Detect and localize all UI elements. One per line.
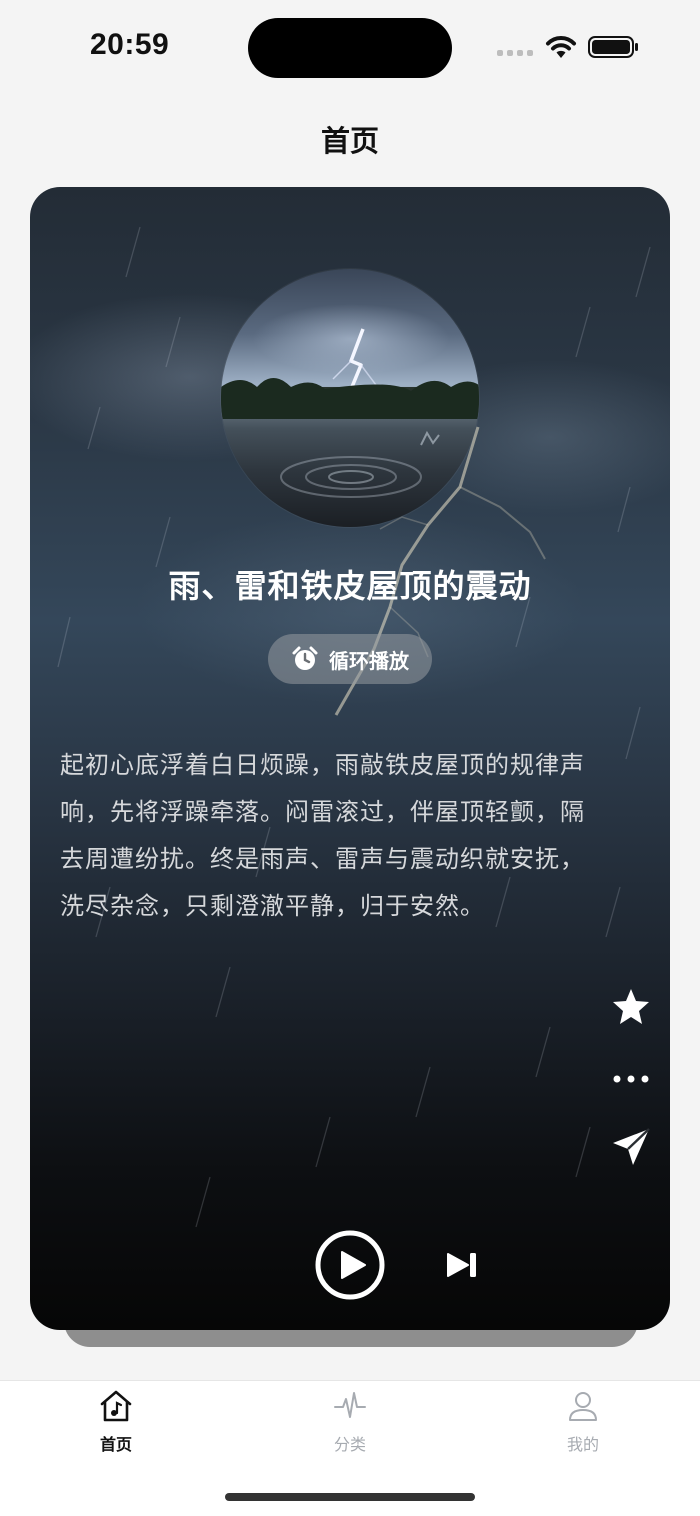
player-card: 雨、雷和铁皮屋顶的震动 循环播放 起初心底浮着白日烦躁，雨敲铁皮屋顶的规律声响，… bbox=[30, 187, 670, 1330]
tab-home[interactable]: 首页 bbox=[56, 1381, 176, 1461]
home-music-icon bbox=[100, 1390, 132, 1422]
play-button[interactable] bbox=[315, 1230, 385, 1300]
tab-category-label: 分类 bbox=[333, 1435, 366, 1454]
storm-artwork-icon bbox=[221, 328, 479, 498]
alarm-clock-icon bbox=[292, 646, 318, 670]
next-track-button[interactable] bbox=[444, 1249, 480, 1281]
tab-category[interactable]: 分类 bbox=[290, 1381, 410, 1461]
battery-icon bbox=[588, 36, 638, 58]
wifi-icon bbox=[546, 36, 576, 58]
track-title: 雨、雷和铁皮屋顶的震动 bbox=[168, 567, 532, 605]
home-indicator bbox=[225, 1493, 475, 1501]
share-icon bbox=[613, 1128, 650, 1165]
dynamic-island bbox=[248, 18, 452, 78]
pulse-icon bbox=[334, 1392, 366, 1418]
tab-home-label: 首页 bbox=[99, 1435, 132, 1454]
status-time: 20:59 bbox=[90, 28, 170, 61]
tab-mine[interactable]: 我的 bbox=[523, 1381, 643, 1461]
cellular-signal-icon bbox=[497, 50, 533, 58]
tab-mine-label: 我的 bbox=[566, 1435, 599, 1454]
page-title: 首页 bbox=[320, 124, 379, 158]
favorite-button[interactable] bbox=[605, 982, 657, 1032]
track-description: 起初心底浮着白日烦躁，雨敲铁皮屋顶的规律声响，先将浮躁牵落。闷雷滚过，伴屋顶轻颤… bbox=[60, 751, 585, 920]
status-bar: 20:59 bbox=[0, 0, 700, 95]
more-icon bbox=[613, 1075, 649, 1083]
profile-icon bbox=[569, 1392, 597, 1421]
cover-artwork bbox=[221, 269, 479, 527]
loop-play-button[interactable]: 循环播放 bbox=[268, 634, 432, 684]
more-button[interactable] bbox=[605, 1054, 657, 1104]
loop-play-label: 循环播放 bbox=[329, 648, 409, 673]
star-icon bbox=[613, 989, 649, 1024]
share-button[interactable] bbox=[605, 1122, 657, 1172]
